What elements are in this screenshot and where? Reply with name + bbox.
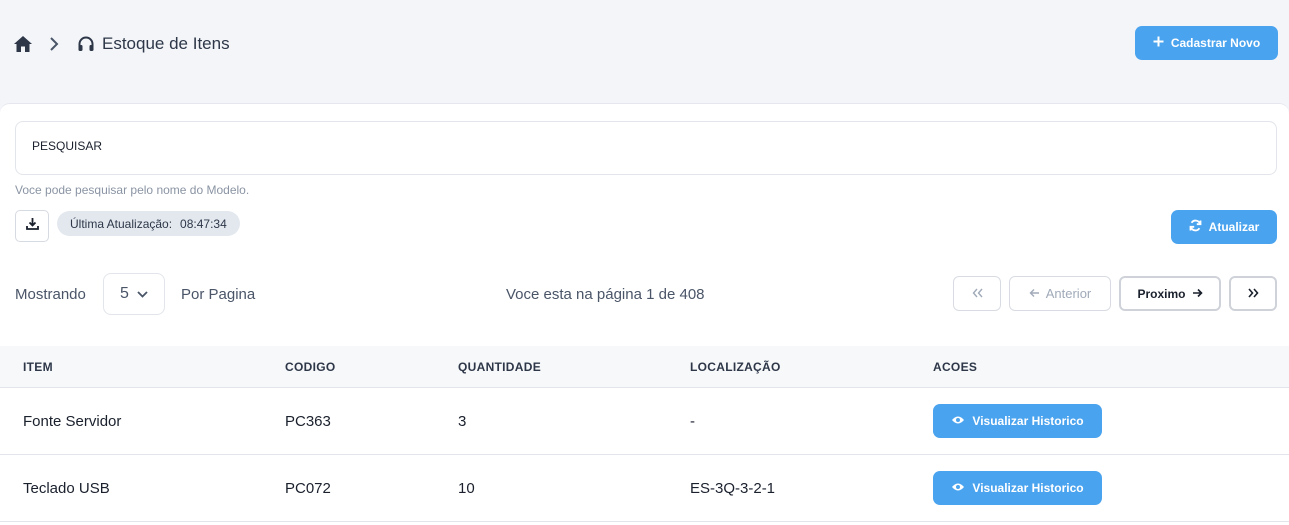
add-new-label: Cadastrar Novo — [1170, 36, 1261, 50]
table-row: Teclado USB PC072 10 ES-3Q-3-2-1 Visuali… — [0, 455, 1289, 522]
last-update-time: 08:47:34 — [180, 216, 227, 231]
download-icon — [25, 217, 39, 235]
previous-page-button[interactable]: Anterior — [1009, 276, 1111, 311]
last-page-button[interactable] — [1229, 276, 1277, 311]
cell-codigo: PC072 — [285, 480, 331, 497]
column-header-quantidade: QUANTIDADE — [458, 360, 541, 374]
cell-quantidade: 3 — [458, 413, 467, 430]
eye-icon — [951, 481, 965, 495]
arrow-right-icon — [1192, 287, 1203, 301]
eye-icon — [951, 414, 965, 428]
cell-quantidade: 10 — [458, 480, 475, 497]
top-bar: Estoque de Itens Cadastrar Novo — [0, 0, 1289, 104]
plus-icon — [1153, 36, 1164, 50]
per-page-label: Por Pagina — [181, 286, 256, 303]
next-label: Proximo — [1137, 286, 1186, 301]
headphones-icon — [77, 35, 95, 53]
cell-localizacao: ES-3Q-3-2-1 — [690, 480, 776, 497]
next-page-button[interactable]: Proximo — [1119, 276, 1221, 311]
column-header-item: ITEM — [23, 360, 53, 374]
view-history-button[interactable]: Visualizar Historico — [933, 471, 1102, 505]
cell-localizacao: - — [690, 413, 695, 430]
cell-codigo: PC363 — [285, 413, 331, 430]
refresh-icon — [1189, 219, 1202, 235]
page-title: Estoque de Itens — [102, 34, 230, 53]
showing-label: Mostrando — [15, 286, 86, 303]
table-row: Fonte Servidor PC363 3 - Visualizar Hist… — [0, 388, 1289, 455]
home-icon[interactable] — [13, 34, 33, 54]
refresh-button[interactable]: Atualizar — [1171, 210, 1277, 244]
last-update-badge: Última Atualização: 08:47:34 — [57, 211, 240, 236]
chevron-right-icon — [49, 36, 65, 52]
view-history-label: Visualizar Historico — [972, 481, 1084, 495]
add-new-button[interactable]: Cadastrar Novo — [1135, 26, 1278, 60]
column-header-acoes: ACOES — [933, 360, 978, 374]
search-input[interactable]: PESQUISAR — [15, 121, 1277, 175]
column-header-localizacao: LOCALIZAÇÃO — [690, 360, 781, 374]
double-chevron-right-icon — [1247, 286, 1259, 301]
arrow-left-icon — [1029, 286, 1040, 301]
view-history-button[interactable]: Visualizar Historico — [933, 404, 1102, 438]
breadcrumb: Estoque de Itens — [13, 32, 230, 56]
per-page-value: 5 — [120, 285, 129, 302]
last-update-label: Última Atualização: — [70, 216, 173, 231]
refresh-label: Atualizar — [1208, 220, 1260, 234]
cell-item: Teclado USB — [23, 480, 110, 497]
search-label: PESQUISAR — [32, 139, 103, 153]
double-chevron-left-icon — [972, 286, 983, 301]
cell-item: Fonte Servidor — [23, 413, 122, 430]
previous-label: Anterior — [1045, 286, 1092, 301]
column-header-codigo: CODIGO — [285, 360, 336, 374]
page-info: Voce esta na página 1 de 408 — [506, 286, 705, 303]
first-page-button[interactable] — [953, 276, 1001, 311]
chevron-down-icon — [137, 285, 148, 303]
items-table: ITEM CODIGO QUANTIDADE LOCALIZAÇÃO ACOES… — [0, 346, 1289, 522]
per-page-select[interactable]: 5 — [103, 273, 165, 315]
table-header: ITEM CODIGO QUANTIDADE LOCALIZAÇÃO ACOES — [0, 346, 1289, 388]
search-hint: Voce pode pesquisar pelo nome do Modelo. — [15, 183, 250, 197]
download-button[interactable] — [15, 210, 49, 242]
content-card: PESQUISAR Voce pode pesquisar pelo nome … — [0, 103, 1289, 525]
view-history-label: Visualizar Historico — [972, 414, 1084, 428]
